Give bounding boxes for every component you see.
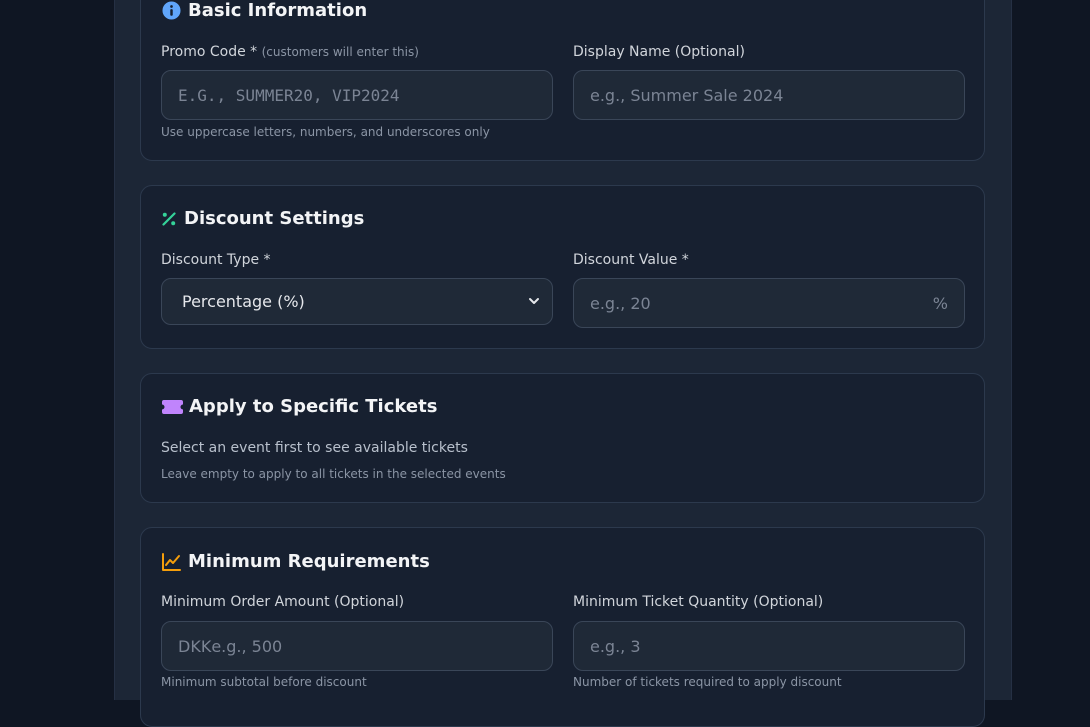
min-quantity-input[interactable] <box>590 636 948 656</box>
display-name-label: Display Name (Optional) <box>573 44 745 60</box>
min-quantity-field[interactable] <box>573 621 965 671</box>
basic-information-section: Basic Information Promo Code * (customer… <box>140 0 985 161</box>
specific-tickets-message: Select an event first to see available t… <box>161 440 468 456</box>
basic-information-heading: Basic Information <box>161 0 367 21</box>
min-order-label: Minimum Order Amount (Optional) <box>161 594 405 610</box>
minimum-requirements-title: Minimum Requirements <box>188 551 430 572</box>
discount-type-label: Discount Type * <box>161 252 271 268</box>
discount-settings-title: Discount Settings <box>184 208 365 229</box>
discount-type-selected: Percentage (%) <box>182 292 305 311</box>
min-quantity-label: Minimum Ticket Quantity (Optional) <box>573 594 824 610</box>
info-circle-icon <box>161 1 181 21</box>
basic-information-title: Basic Information <box>188 0 368 21</box>
discount-type-select[interactable]: Percentage (%) <box>161 278 553 325</box>
trending-up-icon <box>161 552 181 572</box>
discount-settings-section: Discount Settings Discount Type * Percen… <box>140 185 985 349</box>
specific-tickets-heading: Apply to Specific Tickets <box>161 396 437 417</box>
promo-code-hint: (customers will enter this) <box>261 45 419 59</box>
display-name-field[interactable] <box>573 70 965 120</box>
promo-code-form: Basic Information Promo Code * (customer… <box>114 0 1012 727</box>
minimum-requirements-heading: Minimum Requirements <box>161 551 430 572</box>
display-name-input[interactable] <box>590 85 948 105</box>
discount-value-label: Discount Value * <box>573 252 689 268</box>
percent-icon <box>161 209 177 229</box>
min-quantity-help: Number of tickets required to apply disc… <box>573 675 842 689</box>
chevron-down-icon <box>528 292 540 311</box>
specific-tickets-section: Apply to Specific Tickets Select an even… <box>140 373 985 503</box>
min-order-help: Minimum subtotal before discount <box>161 675 367 689</box>
discount-value-input[interactable] <box>590 293 948 313</box>
min-order-field[interactable]: DKK <box>161 621 553 671</box>
promo-code-label-text: Promo Code * <box>161 44 258 60</box>
minimum-requirements-section: Minimum Requirements Minimum Order Amoun… <box>140 527 985 727</box>
specific-tickets-title: Apply to Specific Tickets <box>189 396 438 417</box>
promo-code-field[interactable] <box>161 70 553 120</box>
discount-value-field[interactable]: % <box>573 278 965 328</box>
discount-value-suffix: % <box>932 293 948 313</box>
ticket-icon <box>161 397 183 417</box>
promo-code-input[interactable] <box>178 85 536 105</box>
specific-tickets-help: Leave empty to apply to all tickets in t… <box>161 467 506 481</box>
promo-code-label: Promo Code * (customers will enter this) <box>161 44 419 60</box>
min-order-input[interactable] <box>211 636 536 656</box>
currency-prefix: DKK <box>178 636 212 656</box>
discount-settings-heading: Discount Settings <box>161 208 364 229</box>
promo-code-help: Use uppercase letters, numbers, and unde… <box>161 125 490 139</box>
